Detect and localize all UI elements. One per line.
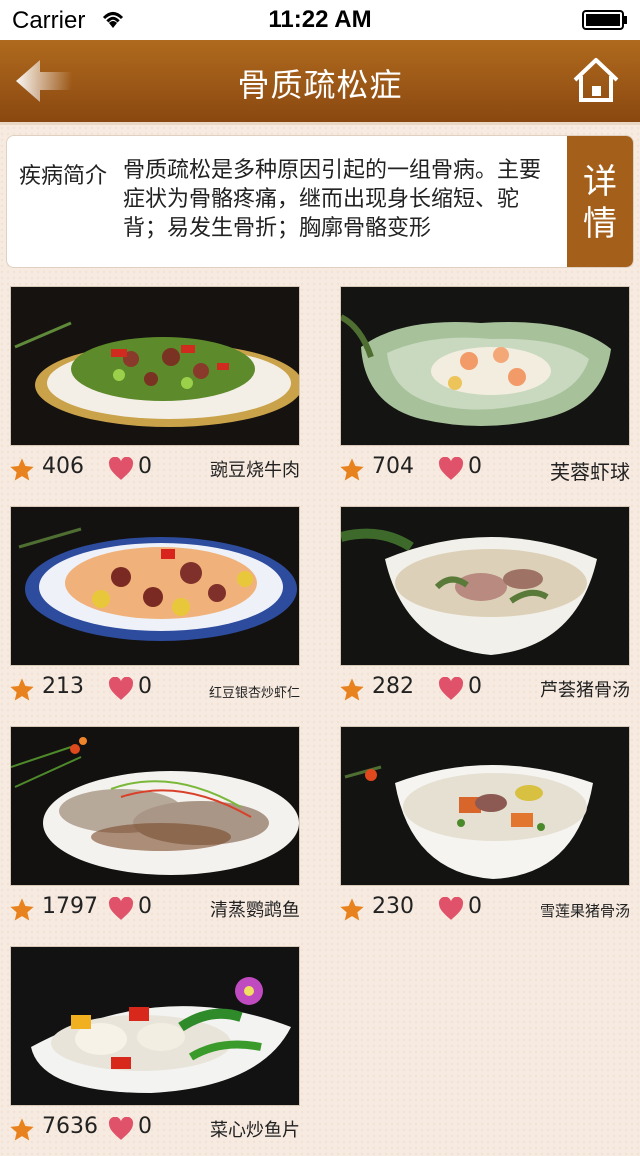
view-count: 7636 xyxy=(42,1114,98,1139)
like-count: 0 xyxy=(138,1114,152,1139)
card-stats: 406 0 豌豆烧牛肉 xyxy=(8,454,300,488)
like-count: 0 xyxy=(138,894,152,919)
home-icon[interactable] xyxy=(570,54,622,106)
star-icon xyxy=(340,898,364,921)
heart-icon[interactable] xyxy=(108,677,134,701)
dish-photo xyxy=(340,726,630,886)
status-bar: Carrier 11:22 AM xyxy=(0,0,640,40)
dish-name: 清蒸鹦鹉鱼 xyxy=(210,900,300,921)
dish-name: 菜心炒鱼片 xyxy=(210,1120,300,1141)
dish-name: 雪莲果猪骨汤 xyxy=(539,902,630,920)
intro-text: 骨质疏松是多种原因引起的一组骨病。主要症状为骨骼疼痛，继而出现身长缩短、驼背；易… xyxy=(123,158,542,241)
dish-photo xyxy=(340,286,630,446)
card-stats: 213 0 红豆银杏炒虾仁 xyxy=(8,674,300,708)
card-stats: 1797 0 清蒸鹦鹉鱼 xyxy=(8,894,300,928)
detail-label-1: 详 xyxy=(583,161,617,202)
dish-photo xyxy=(10,726,300,886)
star-icon xyxy=(340,458,364,481)
dish-photo xyxy=(10,506,300,666)
dish-name: 豌豆烧牛肉 xyxy=(210,460,300,481)
recipe-card-5[interactable]: 1797 0 清蒸鹦鹉鱼 xyxy=(8,724,300,936)
detail-button[interactable]: 详 情 xyxy=(567,136,633,267)
dish-photo xyxy=(10,946,300,1106)
card-stats: 282 0 芦荟猪骨汤 xyxy=(338,674,630,708)
dish-name: 红豆银杏炒虾仁 xyxy=(208,686,300,701)
star-icon xyxy=(10,678,34,701)
heart-icon[interactable] xyxy=(438,897,464,921)
star-icon xyxy=(10,898,34,921)
like-count: 0 xyxy=(138,674,152,699)
heart-icon[interactable] xyxy=(438,457,464,481)
like-count: 0 xyxy=(468,674,482,699)
view-count: 282 xyxy=(372,674,414,699)
detail-label-2: 情 xyxy=(583,203,617,244)
recipe-card-6[interactable]: 230 0 雪莲果猪骨汤 xyxy=(338,724,630,936)
dish-photo xyxy=(10,286,300,446)
view-count: 213 xyxy=(42,674,84,699)
view-count: 704 xyxy=(372,454,414,479)
heart-icon[interactable] xyxy=(108,1117,134,1141)
card-stats: 230 0 雪莲果猪骨汤 xyxy=(338,894,630,928)
dish-photo xyxy=(340,506,630,666)
like-count: 0 xyxy=(468,454,482,479)
star-icon xyxy=(340,678,364,701)
dish-name: 芦荟猪骨汤 xyxy=(540,680,630,701)
intro-label: 疾病简介 xyxy=(19,164,108,189)
star-icon xyxy=(10,458,34,481)
view-count: 230 xyxy=(372,894,414,919)
battery-icon xyxy=(582,10,627,30)
nav-bar: 骨质疏松症 xyxy=(0,40,640,125)
recipe-card-2[interactable]: 704 0 芙蓉虾球 xyxy=(338,284,630,496)
recipe-card-3[interactable]: 213 0 红豆银杏炒虾仁 xyxy=(8,504,300,716)
view-count: 406 xyxy=(42,454,84,479)
recipe-card-4[interactable]: 282 0 芦荟猪骨汤 xyxy=(338,504,630,716)
like-count: 0 xyxy=(138,454,152,479)
like-count: 0 xyxy=(468,894,482,919)
recipe-card-1[interactable]: 406 0 豌豆烧牛肉 xyxy=(8,284,300,496)
page-title: 骨质疏松症 xyxy=(237,66,403,104)
dish-name: 芙蓉虾球 xyxy=(550,460,630,484)
recipe-card-7[interactable]: 7636 0 菜心炒鱼片 xyxy=(8,944,300,1156)
heart-icon[interactable] xyxy=(438,677,464,701)
heart-icon[interactable] xyxy=(108,897,134,921)
card-stats: 7636 0 菜心炒鱼片 xyxy=(8,1114,300,1148)
disease-intro-panel: 疾病简介 骨质疏松是多种原因引起的一组骨病。主要症状为骨骼疼痛，继而出现身长缩短… xyxy=(6,135,634,268)
card-stats: 704 0 芙蓉虾球 xyxy=(338,454,630,488)
clock: 11:22 AM xyxy=(268,6,372,33)
view-count: 1797 xyxy=(42,894,98,919)
star-icon xyxy=(10,1118,34,1141)
heart-icon[interactable] xyxy=(108,457,134,481)
